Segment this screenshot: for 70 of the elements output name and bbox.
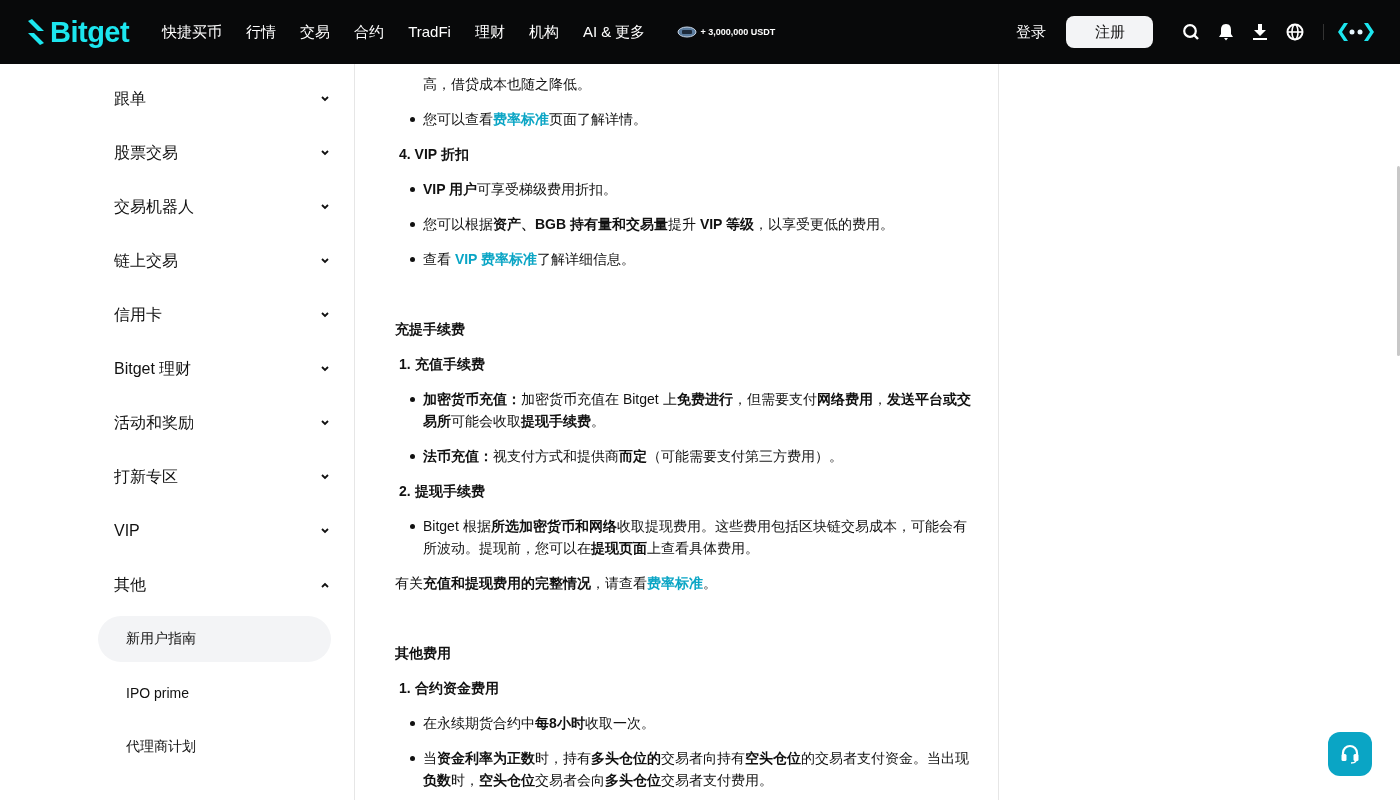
- nav-link[interactable]: 理财: [474, 22, 505, 42]
- app-logo-icon[interactable]: [1336, 22, 1376, 42]
- subheading: 1. 充值手续费: [399, 355, 486, 374]
- chevron-down-icon: [320, 204, 330, 210]
- list-item: 您可以根据资产、BGB 持有量和交易量提升 VIP 等级，以享受更低的费用。: [423, 215, 895, 234]
- bullet-icon: [410, 397, 415, 402]
- chevron-down-icon: [320, 150, 330, 156]
- bullet-icon: [410, 187, 415, 192]
- bullet-icon: [410, 721, 415, 726]
- headset-icon: [1339, 743, 1361, 765]
- bullet-icon: [410, 454, 415, 459]
- list-item: 加密货币充值：加密货币充值在 Bitget 上免费进行，但需要支付网络费用，发送平台或交易所可能会收取提现手续费。: [423, 390, 972, 431]
- badge-icon: [677, 25, 698, 39]
- sidebar-item[interactable]: 交易机器人: [0, 180, 354, 234]
- download-icon[interactable]: [1252, 23, 1268, 41]
- promo-text[interactable]: + 3,000,000 USDT: [700, 27, 776, 37]
- bullet-icon: [410, 117, 415, 122]
- list-item: 法币充值：视支付方式和提供商而定（可能需要支付第三方费用）。: [423, 447, 843, 466]
- nav-link[interactable]: 合约: [354, 22, 385, 42]
- sidebar-item[interactable]: Bitget 理财: [0, 342, 354, 396]
- search-icon[interactable]: [1182, 23, 1200, 41]
- sidebar-subitem[interactable]: 代理商计划: [98, 724, 331, 770]
- nav-link[interactable]: 机构: [528, 22, 559, 42]
- bullet-icon: [410, 756, 415, 761]
- list-item: Bitget 根据所选加密货币和网络收取提现费用。这些费用包括区块链交易成本，可能会有所波动。提现前，您可以在提现页面上查看具体费用。: [423, 517, 968, 558]
- subheading: 1. 合约资金费用: [399, 679, 500, 698]
- section-heading: 充提手续费: [395, 320, 466, 339]
- logo[interactable]: Bitget: [24, 15, 130, 49]
- bullet-icon: [410, 257, 415, 262]
- list-item: 您可以查看费率标准页面了解详情。: [423, 110, 647, 129]
- nav-link[interactable]: AI & 更多: [582, 22, 646, 42]
- sidebar-item[interactable]: 跟单: [0, 72, 354, 126]
- subheading: 4. VIP 折扣: [399, 145, 470, 164]
- sidebar-item[interactable]: 信用卡: [0, 288, 354, 342]
- chevron-down-icon: [320, 96, 330, 102]
- section-heading: 其他费用: [395, 644, 452, 663]
- sidebar-item[interactable]: 链上交易: [0, 234, 354, 288]
- scrollbar[interactable]: [1397, 166, 1400, 356]
- sidebar-item[interactable]: 活动和奖励: [0, 396, 354, 450]
- chevron-down-icon: [320, 258, 330, 264]
- bell-icon[interactable]: [1218, 23, 1234, 41]
- list-item: 当资金利率为正数时，持有多头仓位的交易者向持有空头仓位的交易者支付资金。当出现负数时，空头仓位交易者会向多头仓位交易者支付费用。: [423, 749, 970, 790]
- paragraph: 有关充值和提现费用的完整情况，请查看费率标准。: [395, 574, 718, 593]
- nav-link[interactable]: 交易: [300, 22, 331, 42]
- sidebar-item[interactable]: 打新专区: [0, 450, 354, 504]
- subheading: 2. 提现手续费: [399, 482, 486, 501]
- sidebar-subitem[interactable]: IPO prime: [98, 670, 331, 716]
- globe-icon[interactable]: [1286, 23, 1304, 41]
- bullet-icon: [410, 524, 415, 529]
- sidebar-item[interactable]: VIP: [0, 504, 354, 558]
- chevron-down-icon: [320, 474, 330, 480]
- chevron-down-icon: [320, 420, 330, 426]
- list-item-text: 高，借贷成本也随之降低。: [422, 75, 591, 94]
- sidebar-subitem[interactable]: 新用户指南: [98, 616, 331, 662]
- list-item: 查看 VIP 费率标准了解详细信息。: [423, 250, 636, 269]
- support-button[interactable]: [1328, 732, 1372, 776]
- chevron-down-icon: [320, 312, 330, 318]
- sidebar-item[interactable]: 股票交易: [0, 126, 354, 180]
- nav-link[interactable]: 快捷买币: [162, 22, 223, 42]
- chevron-down-icon: [320, 366, 330, 372]
- sidebar-item[interactable]: 其他: [0, 558, 354, 612]
- nav-link[interactable]: 行情: [246, 22, 277, 42]
- list-item: 在永续期货合约中每8小时收取一次。: [423, 714, 655, 733]
- login-link[interactable]: 登录: [1016, 22, 1046, 42]
- bullet-icon: [410, 222, 415, 227]
- list-item: VIP 用户可享受梯级费用折扣。: [423, 180, 618, 199]
- chevron-down-icon: [320, 528, 330, 534]
- chevron-up-icon: [320, 582, 330, 588]
- nav-link[interactable]: TradFi: [408, 22, 451, 42]
- signup-button[interactable]: 注册: [1066, 16, 1153, 48]
